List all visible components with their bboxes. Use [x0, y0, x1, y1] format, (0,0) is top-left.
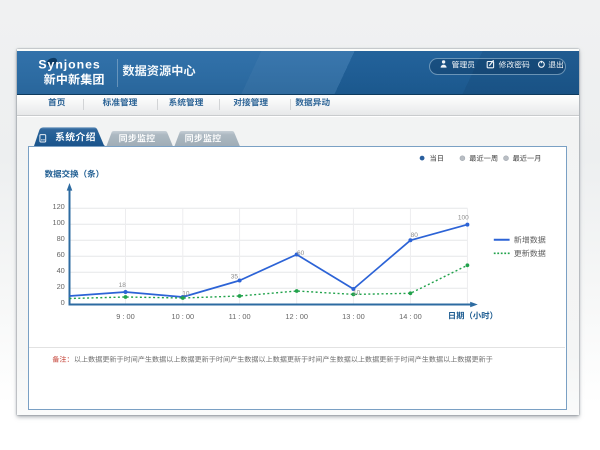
svg-text:100: 100 [458, 215, 469, 222]
svg-text:80: 80 [57, 234, 65, 243]
svg-text:10 : 00: 10 : 00 [171, 312, 194, 321]
svg-text:100: 100 [52, 218, 64, 227]
svg-text:9 : 00: 9 : 00 [116, 312, 135, 321]
svg-text:0: 0 [61, 298, 65, 307]
svg-text:35: 35 [231, 274, 239, 281]
svg-text:12 : 00: 12 : 00 [285, 312, 308, 321]
svg-text:11 : 00: 11 : 00 [229, 312, 251, 321]
svg-text:60: 60 [297, 250, 305, 257]
svg-text:120: 120 [52, 202, 64, 211]
svg-text:20: 20 [57, 282, 65, 291]
svg-text:60: 60 [57, 250, 65, 259]
svg-text:80: 80 [411, 232, 419, 239]
svg-text:13 : 00: 13 : 00 [342, 312, 365, 321]
svg-text:18: 18 [119, 282, 127, 289]
svg-text:Synjones: Synjones [38, 58, 100, 72]
svg-text:10: 10 [353, 289, 361, 296]
svg-text:10: 10 [182, 291, 190, 298]
svg-text:14 : 00: 14 : 00 [399, 312, 422, 321]
svg-text:40: 40 [57, 266, 65, 275]
